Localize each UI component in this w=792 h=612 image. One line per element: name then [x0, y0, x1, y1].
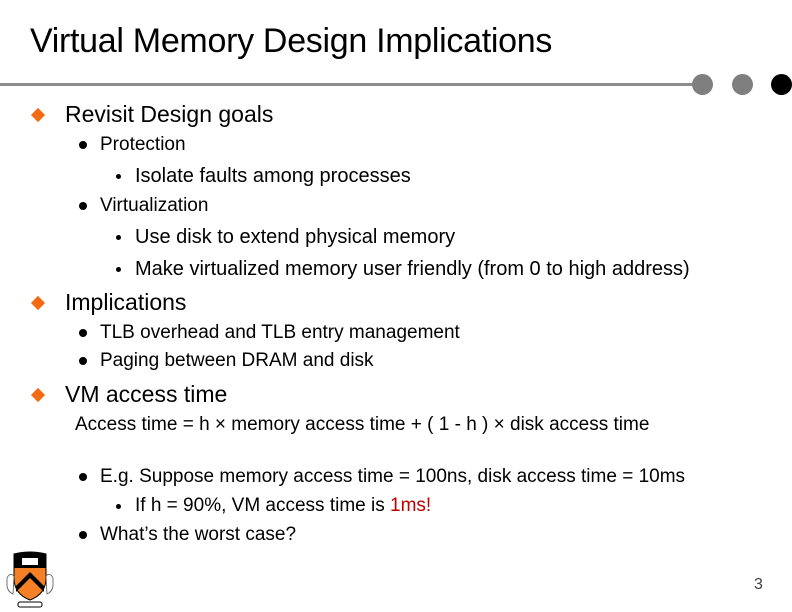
- list-item: What’s the worst case?: [100, 524, 297, 545]
- example-text: If h = 90%, VM access time is: [135, 495, 391, 516]
- round-bullet-icon: [79, 202, 87, 210]
- round-bullet-icon: [79, 531, 87, 539]
- decorative-dot-icon: [771, 74, 792, 95]
- decorative-dot-icon: [732, 74, 753, 95]
- list-item: Use disk to extend physical memory: [135, 226, 456, 248]
- small-bullet-icon: [116, 235, 121, 240]
- small-bullet-icon: [116, 174, 121, 179]
- list-item: Paging between DRAM and disk: [100, 350, 374, 371]
- formula-text: Access time = h × memory access time + (…: [75, 414, 650, 435]
- round-bullet-icon: [79, 473, 87, 481]
- list-item: Virtualization: [100, 195, 209, 216]
- princeton-shield-icon: [6, 551, 54, 608]
- section-heading: VM access time: [65, 381, 228, 407]
- diamond-bullet-icon: [30, 107, 46, 123]
- page-number: 3: [754, 576, 763, 593]
- list-item: Protection: [100, 134, 186, 155]
- list-item: Make virtualized memory user friendly (f…: [135, 258, 690, 280]
- section-heading: Implications: [65, 289, 187, 315]
- list-item: If h = 90%, VM access time is 1ms!: [135, 495, 431, 517]
- list-item: E.g. Suppose memory access time = 100ns,…: [100, 466, 686, 487]
- highlight-text: 1ms!: [390, 495, 432, 516]
- slide-title: Virtual Memory Design Implications: [30, 22, 553, 60]
- title-divider: [0, 83, 700, 86]
- section-heading: Revisit Design goals: [65, 101, 274, 127]
- round-bullet-icon: [79, 357, 87, 365]
- round-bullet-icon: [79, 141, 87, 149]
- diamond-bullet-icon: [30, 387, 46, 403]
- small-bullet-icon: [116, 267, 121, 272]
- diamond-bullet-icon: [30, 295, 46, 311]
- list-item: TLB overhead and TLB entry management: [100, 322, 460, 343]
- round-bullet-icon: [79, 329, 87, 337]
- small-bullet-icon: [116, 504, 121, 509]
- list-item: Isolate faults among processes: [135, 165, 411, 187]
- decorative-dot-icon: [692, 74, 713, 95]
